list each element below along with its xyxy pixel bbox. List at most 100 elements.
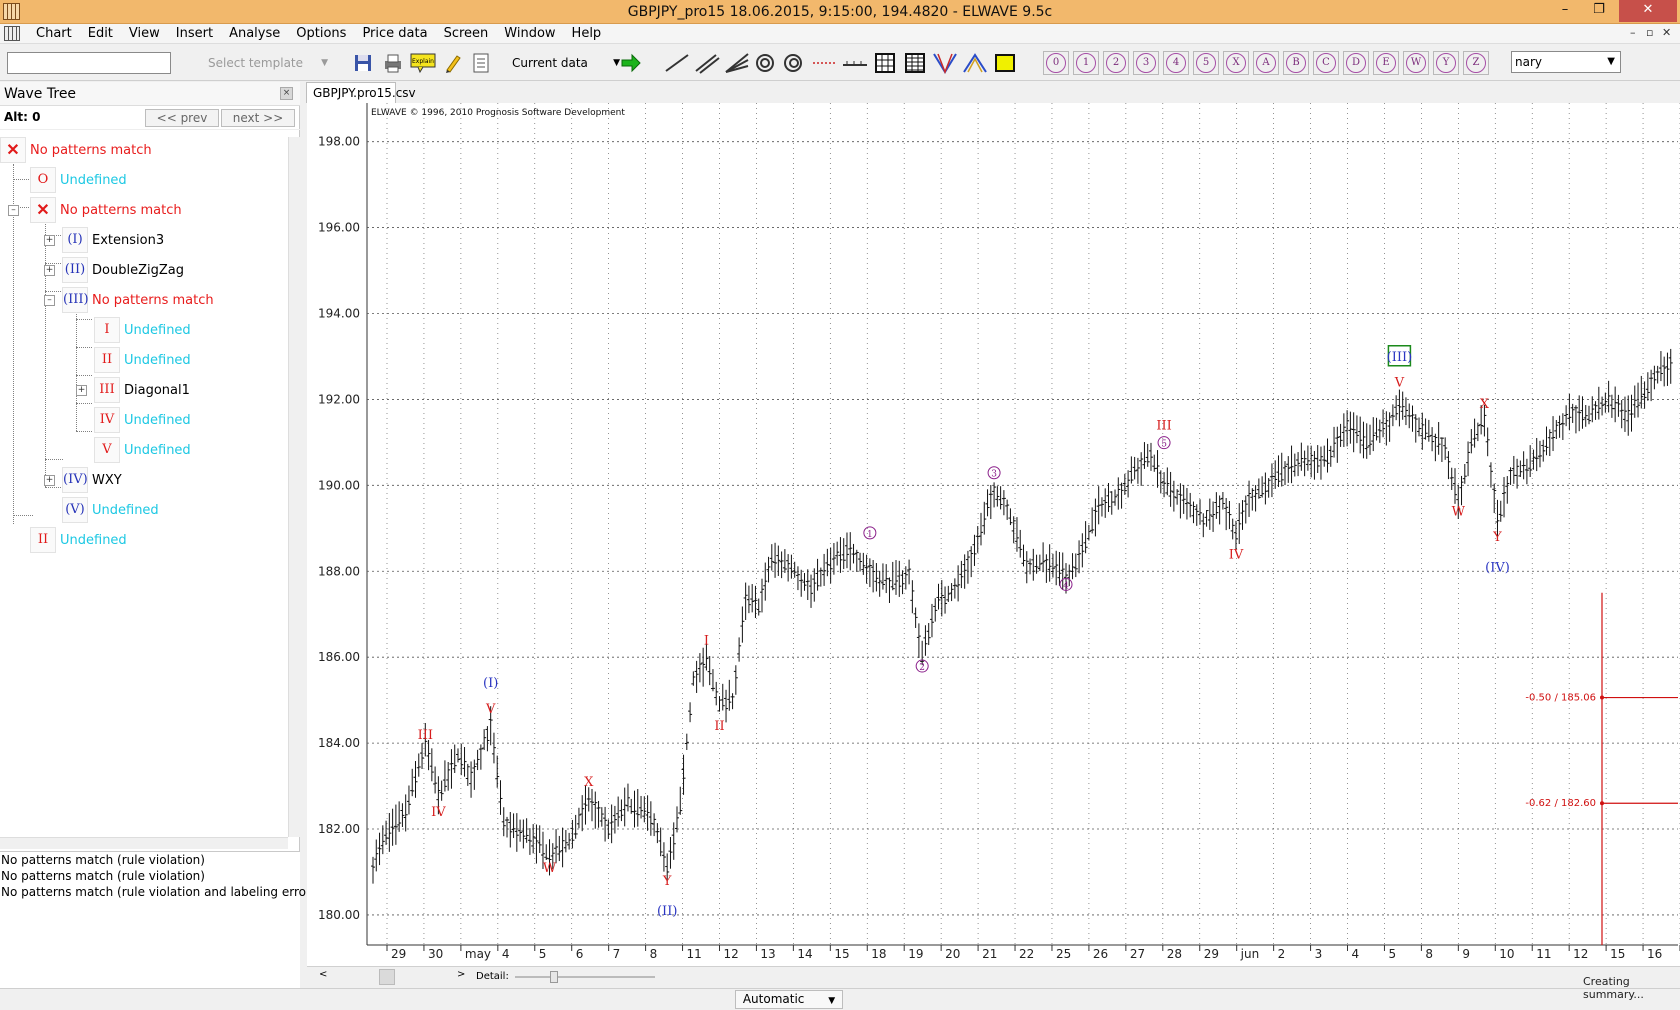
print-icon[interactable] xyxy=(382,52,404,74)
close-panel-button[interactable]: × xyxy=(280,87,293,100)
wave-label[interactable]: 3 xyxy=(991,470,997,480)
wave-label-button[interactable]: X xyxy=(1223,51,1249,75)
analysis-mode-dropdown[interactable]: Automatic ▼ xyxy=(735,990,843,1009)
current-data-dropdown[interactable]: Current data ▼ xyxy=(512,52,620,74)
pencil-icon[interactable] xyxy=(442,52,464,74)
document-icon[interactable] xyxy=(4,26,20,41)
menu-insert[interactable]: Insert xyxy=(168,26,221,41)
wave-label-button[interactable]: 3 xyxy=(1133,51,1159,75)
wave-label[interactable]: (II) xyxy=(657,904,677,919)
wave-label-button[interactable]: D xyxy=(1343,51,1369,75)
chart-tab[interactable]: GBPJPY.pro15.csv xyxy=(306,82,416,103)
close-button[interactable]: ✕ xyxy=(1619,0,1677,22)
tree-node[interactable]: III Diagonal1 xyxy=(94,377,190,403)
tree-node[interactable]: (I) Extension3 xyxy=(62,227,164,253)
wave-degree-select[interactable]: nary ▼ xyxy=(1511,51,1621,73)
message-item[interactable]: No patterns match (rule violation) xyxy=(0,868,300,884)
next-button[interactable]: next >> xyxy=(221,109,295,127)
channel-icon[interactable] xyxy=(694,52,720,74)
detail-slider-handle[interactable] xyxy=(550,971,558,983)
tree-node[interactable]: (IV) WXY xyxy=(62,467,122,493)
tree-node[interactable]: IV Undefined xyxy=(94,407,191,433)
fib-fan-icon[interactable] xyxy=(932,52,958,74)
document-edit-icon[interactable] xyxy=(470,52,492,74)
wave-label[interactable]: 5 xyxy=(1161,440,1167,450)
grid-icon[interactable] xyxy=(874,52,896,74)
menu-options[interactable]: Options xyxy=(288,26,354,41)
menu-analyse[interactable]: Analyse xyxy=(221,26,288,41)
horizontal-line-icon[interactable] xyxy=(812,52,838,74)
wave-label[interactable]: Y xyxy=(1492,530,1502,545)
wave-label[interactable]: (I) xyxy=(483,676,498,691)
wave-label-button[interactable]: A xyxy=(1253,51,1279,75)
wave-label-button[interactable]: E xyxy=(1373,51,1399,75)
tree-node[interactable]: (V) Undefined xyxy=(62,497,159,523)
mdi-close-button[interactable]: ✕ xyxy=(1662,26,1671,39)
price-chart[interactable]: ELWAVE © 1996, 2010 Prognosis Software D… xyxy=(307,103,1680,966)
tree-node[interactable]: O Undefined xyxy=(30,167,127,193)
arrow-right-icon[interactable] xyxy=(620,52,642,74)
tree-horizontal-scrollbar[interactable] xyxy=(0,837,288,849)
message-item[interactable]: No patterns match (rule violation) xyxy=(0,852,300,868)
wave-label[interactable]: (IV) xyxy=(1485,560,1510,575)
expand-icon[interactable]: + xyxy=(44,265,55,276)
wave-label[interactable]: 4 xyxy=(1063,581,1069,591)
wave-label-button[interactable]: 5 xyxy=(1193,51,1219,75)
template-name-input[interactable] xyxy=(7,52,171,74)
chevron-right-icon[interactable]: > xyxy=(457,969,465,980)
mdi-minimize-button[interactable]: – xyxy=(1630,26,1636,39)
fib-arc-icon[interactable] xyxy=(962,52,988,74)
tree-node[interactable]: II Undefined xyxy=(94,347,191,373)
wave-label[interactable]: X xyxy=(1480,397,1490,412)
wave-label-button[interactable]: 2 xyxy=(1103,51,1129,75)
collapse-icon[interactable]: – xyxy=(8,205,19,216)
ruler-icon[interactable] xyxy=(842,52,868,74)
tree-vertical-scrollbar[interactable] xyxy=(288,137,300,837)
wave-label-button[interactable]: Z xyxy=(1463,51,1489,75)
wave-label[interactable]: I xyxy=(704,633,709,648)
tree-node[interactable]: ✕ No patterns match xyxy=(0,137,152,163)
detail-slider-track[interactable] xyxy=(515,976,655,978)
menu-screen[interactable]: Screen xyxy=(436,26,497,41)
wave-label-button[interactable]: C xyxy=(1313,51,1339,75)
wave-label[interactable]: IV xyxy=(431,805,446,820)
tree-node[interactable]: ✕ No patterns match xyxy=(30,197,182,223)
tree-node[interactable]: (III) No patterns match xyxy=(62,287,214,313)
wave-label[interactable]: X xyxy=(584,775,594,790)
menu-edit[interactable]: Edit xyxy=(80,26,121,41)
menu-view[interactable]: View xyxy=(121,26,168,41)
wave-label[interactable]: III xyxy=(1156,418,1171,433)
expand-icon[interactable]: + xyxy=(44,475,55,486)
wave-label-button[interactable]: 4 xyxy=(1163,51,1189,75)
wave-label[interactable]: 1 xyxy=(867,530,873,540)
circle-tool-icon[interactable] xyxy=(782,52,804,74)
wave-label[interactable]: 2 xyxy=(919,663,925,673)
scroll-thumb[interactable] xyxy=(379,969,395,985)
wave-label[interactable]: II xyxy=(714,719,724,734)
wave-label-button[interactable]: 1 xyxy=(1073,51,1099,75)
explain-icon[interactable]: Explain xyxy=(410,52,436,74)
minimize-button[interactable]: – xyxy=(1549,0,1581,22)
highlight-box-icon[interactable] xyxy=(994,52,1016,74)
maximize-button[interactable]: ❐ xyxy=(1583,0,1615,22)
menu-price-data[interactable]: Price data xyxy=(354,26,435,41)
tree-node[interactable]: V Undefined xyxy=(94,437,191,463)
spiral-icon[interactable] xyxy=(754,52,776,74)
tree-node[interactable]: II Undefined xyxy=(30,527,127,553)
wave-label[interactable]: III xyxy=(418,728,433,743)
tree-node[interactable]: (II) DoubleZigZag xyxy=(62,257,184,283)
wave-label[interactable]: V xyxy=(485,702,496,717)
wave-label-button[interactable]: B xyxy=(1283,51,1309,75)
collapse-icon[interactable]: – xyxy=(44,295,55,306)
menu-window[interactable]: Window xyxy=(496,26,563,41)
menu-chart[interactable]: Chart xyxy=(28,26,80,41)
save-icon[interactable] xyxy=(352,52,374,74)
wave-label[interactable]: Y xyxy=(662,874,672,889)
fibonacci-grid-icon[interactable] xyxy=(904,52,926,74)
wave-label-button[interactable]: Y xyxy=(1433,51,1459,75)
wave-label[interactable]: W xyxy=(543,861,557,876)
menu-help[interactable]: Help xyxy=(564,26,610,41)
wave-label[interactable]: W xyxy=(1452,504,1466,519)
expand-icon[interactable]: + xyxy=(76,385,87,396)
fan-lines-icon[interactable] xyxy=(724,52,750,74)
